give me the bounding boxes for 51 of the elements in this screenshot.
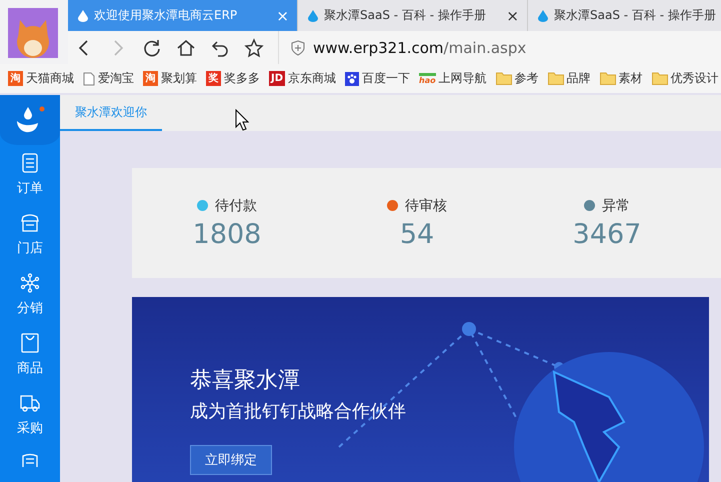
bookmark-logo-icon: 淘 <box>8 71 23 86</box>
bookmark-link[interactable]: hao 上网导航 <box>419 70 487 87</box>
bookmark-logo-icon: 淘 <box>143 71 158 86</box>
sidebar-menu-item[interactable]: 商品 <box>0 325 60 385</box>
stat-label: 待审核 <box>405 196 447 214</box>
stat-label: 异常 <box>602 196 630 214</box>
folder-icon <box>496 72 512 85</box>
home-icon[interactable] <box>176 38 196 58</box>
mouse-cursor-icon <box>235 109 249 131</box>
bookmark-link[interactable]: 参考 <box>496 70 539 87</box>
bookmark-link[interactable]: 爱淘宝 <box>83 70 134 87</box>
folder-icon <box>652 72 668 85</box>
document-icon[interactable] <box>20 453 40 467</box>
paw-icon <box>345 72 360 86</box>
stat-value: 54 <box>400 218 434 250</box>
stat-value: 1808 <box>192 218 262 250</box>
sidebar-menu-item[interactable]: 门店 <box>0 205 60 265</box>
sidebar-menu-item[interactable]: 订单 <box>0 145 60 205</box>
truck-icon <box>20 393 40 413</box>
bind-now-button[interactable]: 立即绑定 <box>190 445 272 475</box>
bookmark-link[interactable]: 淘 天猫商城 <box>8 70 74 87</box>
close-tab-button[interactable]: × <box>506 6 519 24</box>
banner-title: 恭喜聚水潭 <box>190 367 300 395</box>
bookmark-link[interactable]: 奖 奖多多 <box>206 70 260 87</box>
network-icon <box>20 273 40 293</box>
reload-icon[interactable] <box>142 38 162 58</box>
bookmark-logo-icon: JD <box>269 71 286 86</box>
bookmark-link[interactable]: 优秀设计 <box>652 70 719 87</box>
star-icon[interactable] <box>244 38 264 58</box>
stat-label: 待付款 <box>215 196 257 214</box>
page-icon <box>83 72 95 86</box>
droplet-icon <box>538 10 548 22</box>
document-icon <box>20 153 40 173</box>
profile-avatar[interactable] <box>8 8 58 58</box>
bookmark-link[interactable]: 品牌 <box>548 70 591 87</box>
sidebar-menu-item[interactable]: 采购 <box>0 385 60 445</box>
bookmark-link[interactable]: 百度一下 <box>345 70 410 87</box>
bookmark-link[interactable]: 素材 <box>600 70 643 87</box>
sidebar-menu-item[interactable]: 分销 <box>0 265 60 325</box>
bookmark-link[interactable]: 淘 聚划算 <box>143 70 197 87</box>
banner-subtitle: 成为首批钉钉战略合作伙伴 <box>190 400 406 423</box>
droplet-icon <box>308 10 318 22</box>
folder-icon <box>548 72 564 85</box>
droplet-icon <box>78 10 88 22</box>
bookmark-logo-icon: 奖 <box>206 71 221 86</box>
shield-icon <box>291 40 305 56</box>
bag-icon <box>20 333 40 353</box>
folder-icon <box>600 72 616 85</box>
store-icon <box>20 213 40 233</box>
stat-value: 3467 <box>572 218 642 250</box>
bookmark-link[interactable]: JD 京东商城 <box>269 70 336 87</box>
